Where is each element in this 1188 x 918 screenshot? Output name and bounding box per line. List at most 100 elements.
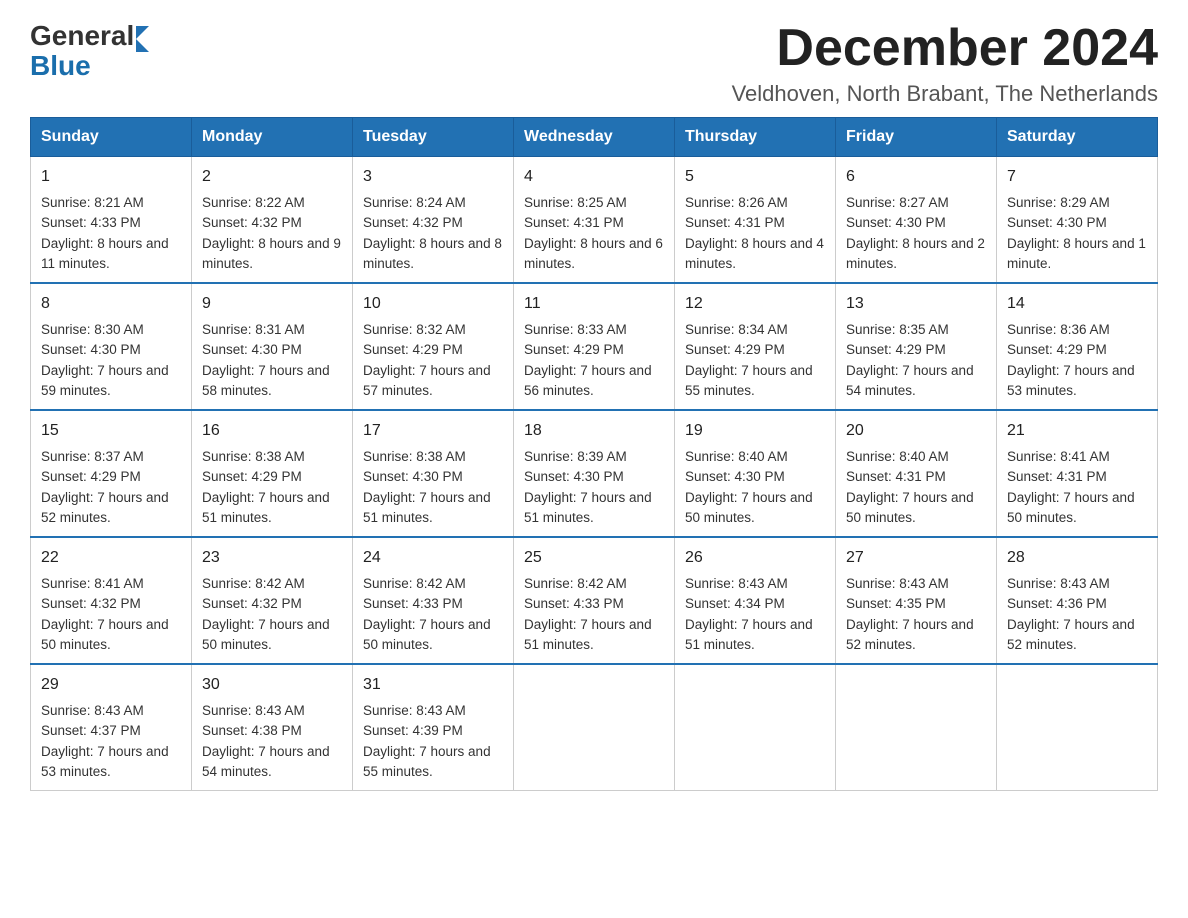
calendar-cell: 12 Sunrise: 8:34 AM Sunset: 4:29 PM Dayligh… bbox=[675, 283, 836, 410]
daylight-label: Daylight: 7 hours and 50 minutes. bbox=[685, 490, 813, 525]
sunset-label: Sunset: 4:35 PM bbox=[846, 596, 946, 611]
calendar-table: SundayMondayTuesdayWednesdayThursdayFrid… bbox=[30, 117, 1158, 791]
sunrise-label: Sunrise: 8:38 AM bbox=[202, 449, 305, 464]
week-row-3: 15Sunrise: 8:37 AMSunset: 4:29 PMDayligh… bbox=[31, 410, 1158, 537]
sunset-label: Sunset: 4:29 PM bbox=[685, 342, 785, 357]
logo: General Blue bbox=[30, 20, 149, 80]
sunset-label: Sunset: 4:30 PM bbox=[1007, 215, 1107, 230]
location-title: Veldhoven, North Brabant, The Netherland… bbox=[732, 81, 1158, 107]
header-thursday: Thursday bbox=[675, 118, 836, 157]
sunrise-label: Sunrise: 8:22 AM bbox=[202, 195, 305, 210]
logo-general-text: General bbox=[30, 20, 134, 52]
calendar-cell: 28 Sunrise: 8:43 AM Sunset: 4:36 PM Dayligh… bbox=[997, 537, 1158, 664]
sunrise-label: Sunrise: 8:43 AM bbox=[1007, 576, 1110, 591]
daylight-label: Daylight: 7 hours and 51 minutes. bbox=[202, 490, 330, 525]
calendar-cell: 8Sunrise: 8:30 AMSunset: 4:30 PMDaylight… bbox=[31, 283, 192, 410]
calendar-cell: 1Sunrise: 8:21 AMSunset: 4:33 PMDaylight… bbox=[31, 157, 192, 284]
sunset-label: Sunset: 4:32 PM bbox=[41, 596, 141, 611]
daylight-label: Daylight: 7 hours and 51 minutes. bbox=[524, 490, 652, 525]
day-number: 2 bbox=[202, 165, 342, 189]
day-number: 28 bbox=[1007, 546, 1147, 570]
daylight-label: Daylight: 8 hours and 2 minutes. bbox=[846, 236, 985, 271]
calendar-cell: 22Sunrise: 8:41 AMSunset: 4:32 PMDayligh… bbox=[31, 537, 192, 664]
daylight-label: Daylight: 8 hours and 11 minutes. bbox=[41, 236, 169, 271]
sunrise-label: Sunrise: 8:42 AM bbox=[363, 576, 466, 591]
calendar-cell: 19Sunrise: 8:40 AMSunset: 4:30 PMDayligh… bbox=[675, 410, 836, 537]
daylight-label: Daylight: 7 hours and 51 minutes. bbox=[685, 617, 813, 652]
calendar-cell bbox=[514, 664, 675, 791]
sunset-label: Sunset: 4:29 PM bbox=[1007, 342, 1107, 357]
day-number: 7 bbox=[1007, 165, 1147, 189]
day-number: 14 bbox=[1007, 292, 1147, 316]
calendar-cell: 26Sunrise: 8:43 AMSunset: 4:34 PMDayligh… bbox=[675, 537, 836, 664]
sunrise-label: Sunrise: 8:43 AM bbox=[363, 703, 466, 718]
day-number: 18 bbox=[524, 419, 664, 443]
daylight-label: Daylight: 8 hours and 8 minutes. bbox=[363, 236, 502, 271]
sunset-label: Sunset: 4:38 PM bbox=[202, 723, 302, 738]
day-number: 16 bbox=[202, 419, 342, 443]
sunset-label: Sunset: 4:29 PM bbox=[363, 342, 463, 357]
day-number: 9 bbox=[202, 292, 342, 316]
sunrise-label: Sunrise: 8:43 AM bbox=[846, 576, 949, 591]
calendar-cell: 23Sunrise: 8:42 AMSunset: 4:32 PMDayligh… bbox=[192, 537, 353, 664]
sunset-label: Sunset: 4:32 PM bbox=[202, 596, 302, 611]
sunrise-label: Sunrise: 8:24 AM bbox=[363, 195, 466, 210]
day-number: 13 bbox=[846, 292, 986, 316]
header: General Blue December 2024 Veldhoven, No… bbox=[30, 20, 1158, 107]
sunrise-label: Sunrise: 8:43 AM bbox=[685, 576, 788, 591]
day-number: 26 bbox=[685, 546, 825, 570]
sunrise-label: Sunrise: 8:43 AM bbox=[202, 703, 305, 718]
sunset-label: Sunset: 4:39 PM bbox=[363, 723, 463, 738]
calendar-cell: 9Sunrise: 8:31 AMSunset: 4:30 PMDaylight… bbox=[192, 283, 353, 410]
calendar-cell: 31Sunrise: 8:43 AMSunset: 4:39 PMDayligh… bbox=[353, 664, 514, 791]
daylight-label: Daylight: 8 hours and 1 minute. bbox=[1007, 236, 1146, 271]
calendar-cell: 20Sunrise: 8:40 AMSunset: 4:31 PMDayligh… bbox=[836, 410, 997, 537]
daylight-label: Daylight: 7 hours and 50 minutes. bbox=[41, 617, 169, 652]
week-row-4: 22Sunrise: 8:41 AMSunset: 4:32 PMDayligh… bbox=[31, 537, 1158, 664]
day-number: 3 bbox=[363, 165, 503, 189]
day-number: 4 bbox=[524, 165, 664, 189]
sunset-label: Sunset: 4:31 PM bbox=[1007, 469, 1107, 484]
sunrise-label: Sunrise: 8:38 AM bbox=[363, 449, 466, 464]
sunrise-label: Sunrise: 8:21 AM bbox=[41, 195, 144, 210]
header-wednesday: Wednesday bbox=[514, 118, 675, 157]
daylight-label: Daylight: 8 hours and 9 minutes. bbox=[202, 236, 341, 271]
calendar-cell: 18Sunrise: 8:39 AMSunset: 4:30 PMDayligh… bbox=[514, 410, 675, 537]
day-number: 24 bbox=[363, 546, 503, 570]
daylight-label: Daylight: 7 hours and 57 minutes. bbox=[363, 363, 491, 398]
sunset-label: Sunset: 4:31 PM bbox=[524, 215, 624, 230]
daylight-label: Daylight: 7 hours and 50 minutes. bbox=[846, 490, 974, 525]
day-number: 30 bbox=[202, 673, 342, 697]
sunset-label: Sunset: 4:30 PM bbox=[363, 469, 463, 484]
sunset-label: Sunset: 4:33 PM bbox=[524, 596, 624, 611]
sunset-label: Sunset: 4:29 PM bbox=[41, 469, 141, 484]
daylight-label: Daylight: 7 hours and 52 minutes. bbox=[1007, 617, 1135, 652]
sunset-label: Sunset: 4:29 PM bbox=[846, 342, 946, 357]
sunset-label: Sunset: 4:33 PM bbox=[41, 215, 141, 230]
sunset-label: Sunset: 4:30 PM bbox=[685, 469, 785, 484]
calendar-cell: 30Sunrise: 8:43 AMSunset: 4:38 PMDayligh… bbox=[192, 664, 353, 791]
header-tuesday: Tuesday bbox=[353, 118, 514, 157]
day-number: 19 bbox=[685, 419, 825, 443]
daylight-label: Daylight: 7 hours and 50 minutes. bbox=[363, 617, 491, 652]
sunrise-label: Sunrise: 8:35 AM bbox=[846, 322, 949, 337]
sunrise-label: Sunrise: 8:33 AM bbox=[524, 322, 627, 337]
calendar-cell: 11Sunrise: 8:33 AMSunset: 4:29 PMDayligh… bbox=[514, 283, 675, 410]
day-number: 23 bbox=[202, 546, 342, 570]
sunrise-label: Sunrise: 8:39 AM bbox=[524, 449, 627, 464]
sunrise-label: Sunrise: 8:32 AM bbox=[363, 322, 466, 337]
daylight-label: Daylight: 7 hours and 55 minutes. bbox=[363, 744, 491, 779]
daylight-label: Daylight: 8 hours and 4 minutes. bbox=[685, 236, 824, 271]
calendar-cell: 6Sunrise: 8:27 AMSunset: 4:30 PMDaylight… bbox=[836, 157, 997, 284]
header-sunday: Sunday bbox=[31, 118, 192, 157]
daylight-label: Daylight: 7 hours and 55 minutes. bbox=[685, 363, 813, 398]
sunrise-label: Sunrise: 8:34 AM bbox=[685, 322, 788, 337]
sunset-label: Sunset: 4:36 PM bbox=[1007, 596, 1107, 611]
day-number: 12 bbox=[685, 292, 825, 316]
sunrise-label: Sunrise: 8:27 AM bbox=[846, 195, 949, 210]
day-number: 5 bbox=[685, 165, 825, 189]
header-monday: Monday bbox=[192, 118, 353, 157]
calendar-cell bbox=[997, 664, 1158, 791]
sunrise-label: Sunrise: 8:25 AM bbox=[524, 195, 627, 210]
daylight-label: Daylight: 7 hours and 54 minutes. bbox=[846, 363, 974, 398]
